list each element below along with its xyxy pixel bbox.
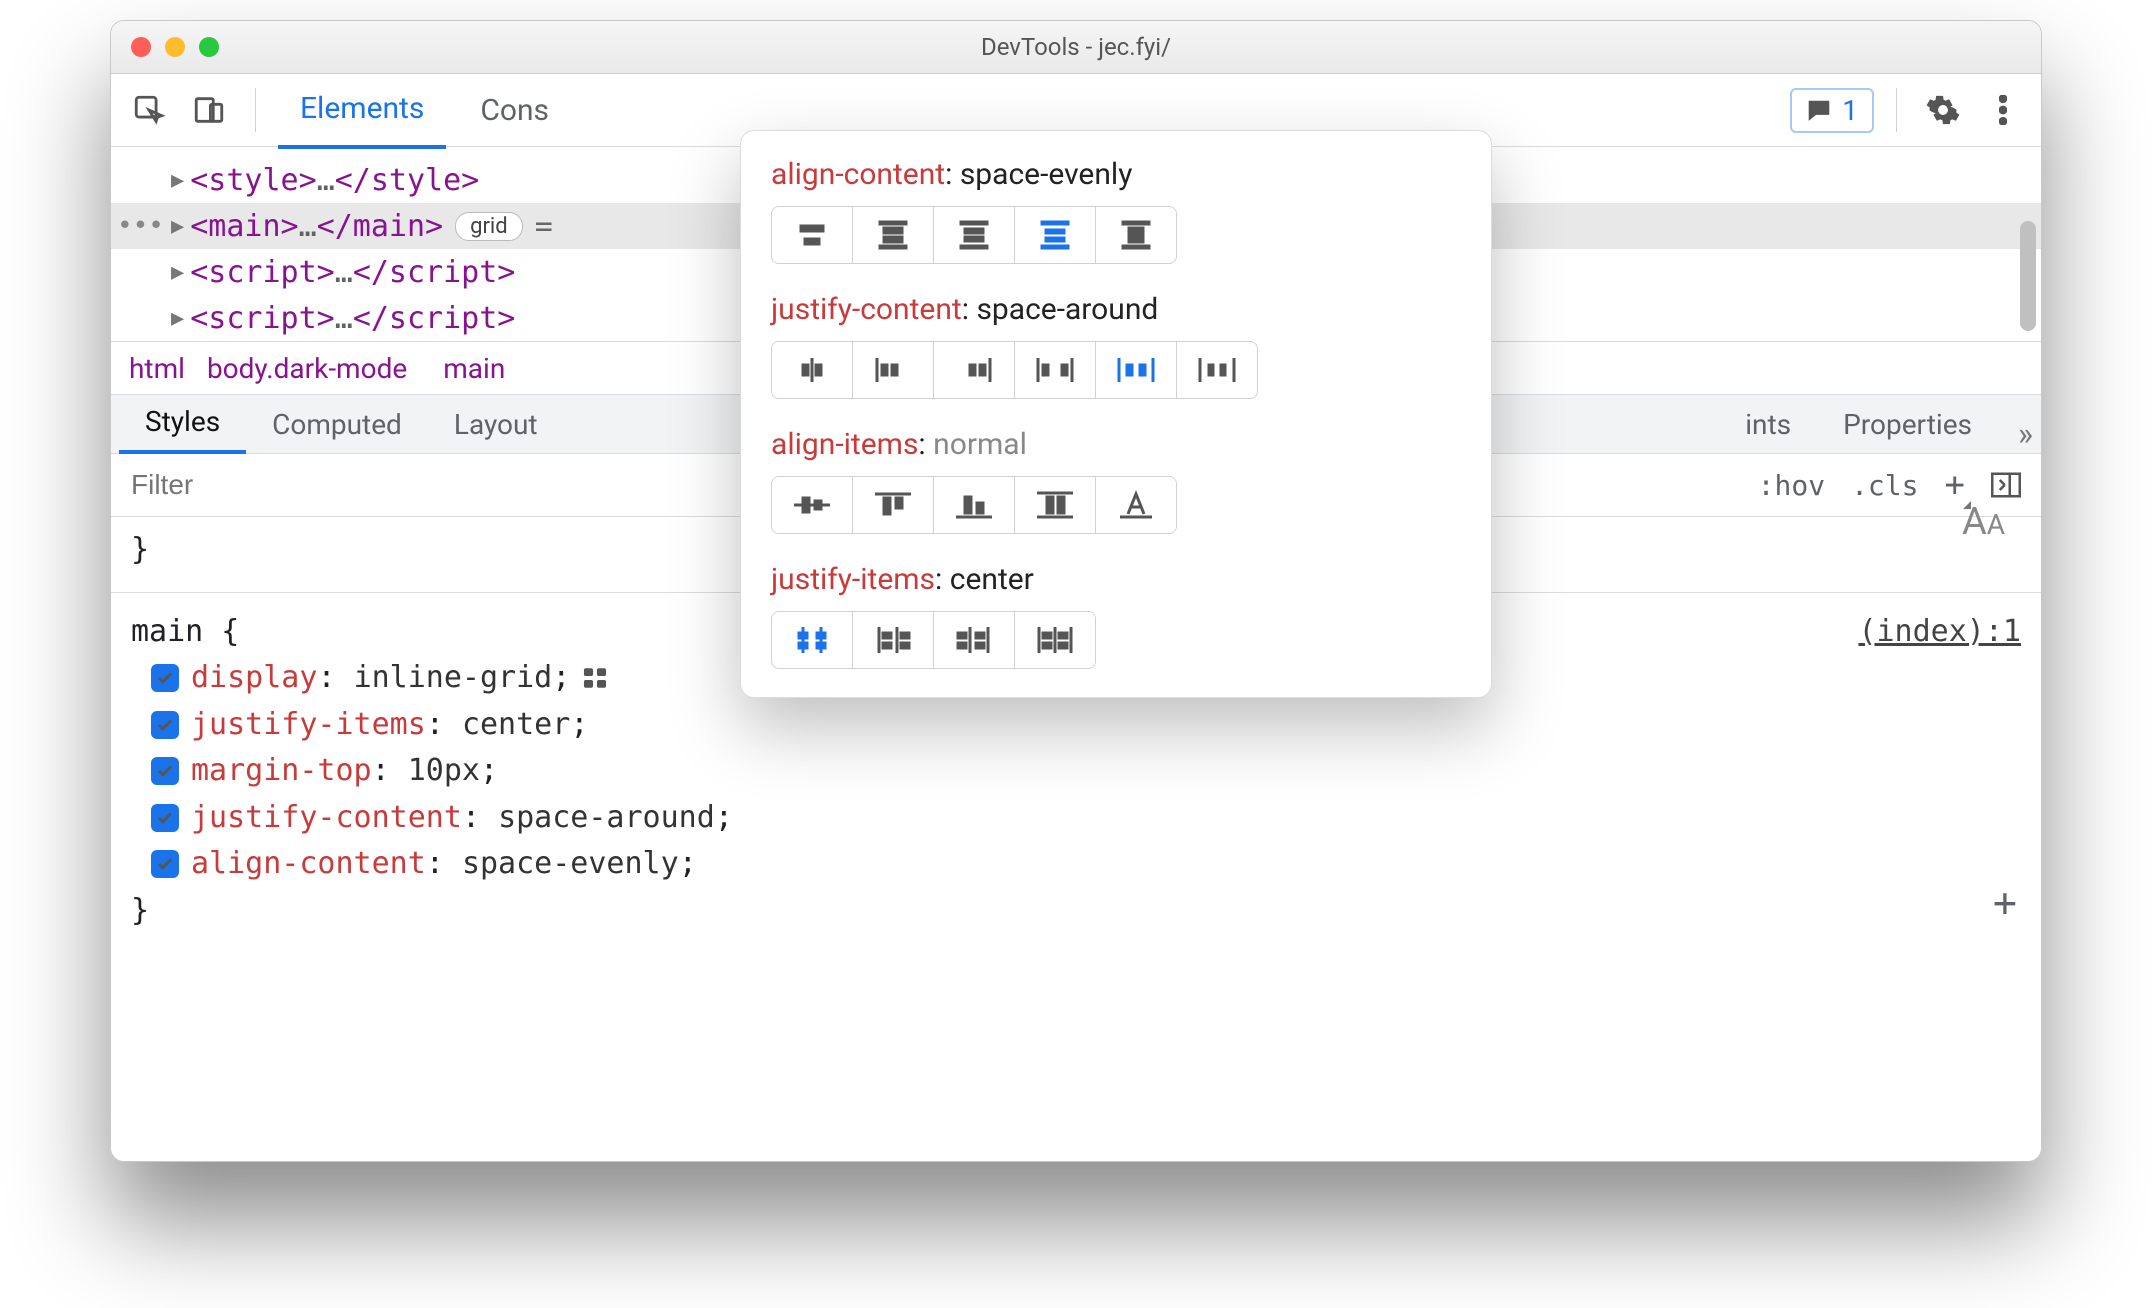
kebab-menu-icon[interactable] bbox=[1979, 86, 2027, 134]
expand-icon[interactable]: ▶ bbox=[171, 168, 184, 193]
align-items-center-icon[interactable] bbox=[772, 477, 853, 533]
section-align-items: align-items: normal bbox=[771, 427, 1461, 534]
feedback-count: 1 bbox=[1842, 94, 1858, 127]
justify-items-start-icon[interactable] bbox=[853, 612, 934, 668]
tab-elements[interactable]: Elements bbox=[278, 73, 446, 149]
subtab-breakpoints-cut[interactable]: ints bbox=[1745, 395, 1817, 453]
grid-editor-icon[interactable] bbox=[582, 665, 608, 691]
crumb-body[interactable]: body.dark-mode bbox=[207, 352, 407, 385]
toggle-sidebar-icon[interactable] bbox=[1991, 471, 2021, 499]
crumb-html[interactable]: html bbox=[129, 352, 185, 385]
overflow-icon[interactable]: ••• bbox=[117, 211, 164, 241]
justify-content-space-between-icon[interactable] bbox=[1015, 342, 1096, 398]
align-items-baseline-icon[interactable] bbox=[1096, 477, 1176, 533]
align-items-start-icon[interactable] bbox=[853, 477, 934, 533]
subtab-layout[interactable]: Layout bbox=[428, 395, 564, 453]
device-toggle-icon[interactable] bbox=[185, 86, 233, 134]
grid-badge[interactable]: grid bbox=[455, 212, 523, 241]
decl-justify-content[interactable]: justify-content: space-around; bbox=[131, 795, 2021, 842]
expand-icon[interactable]: ▶ bbox=[171, 306, 184, 331]
checkbox-icon[interactable] bbox=[151, 804, 179, 832]
subtab-computed[interactable]: Computed bbox=[246, 395, 428, 453]
grid-editor-popover: align-content: space-evenly justify-cont… bbox=[740, 130, 1492, 698]
subtab-properties[interactable]: Properties bbox=[1817, 395, 1998, 453]
new-style-rule-icon[interactable]: + bbox=[1945, 465, 1965, 505]
window-titlebar: DevTools - jec.fyi/ bbox=[111, 21, 2041, 74]
subtab-styles[interactable]: Styles bbox=[119, 392, 246, 454]
align-items-end-icon[interactable] bbox=[934, 477, 1015, 533]
separator bbox=[255, 88, 256, 132]
rule-source-link[interactable]: (index):1 bbox=[1858, 609, 2021, 656]
justify-content-start-icon[interactable] bbox=[853, 342, 934, 398]
scrollbar[interactable] bbox=[2020, 221, 2036, 331]
align-content-center-icon[interactable] bbox=[772, 207, 853, 263]
align-content-stretch-icon[interactable] bbox=[1096, 207, 1176, 263]
hov-toggle[interactable]: :hov bbox=[1758, 469, 1825, 502]
feedback-badge[interactable]: 1 bbox=[1790, 88, 1874, 133]
justify-content-space-around-icon[interactable] bbox=[1096, 342, 1177, 398]
justify-items-center-icon[interactable] bbox=[772, 612, 853, 668]
justify-items-stretch-icon[interactable] bbox=[1015, 612, 1095, 668]
crumb-main[interactable]: main bbox=[429, 350, 519, 387]
section-justify-content: justify-content: space-around bbox=[771, 292, 1461, 399]
gear-icon[interactable] bbox=[1919, 86, 1967, 134]
cls-toggle[interactable]: .cls bbox=[1851, 469, 1918, 502]
window-title: DevTools - jec.fyi/ bbox=[111, 33, 2041, 61]
align-content-space-between-icon[interactable] bbox=[853, 207, 934, 263]
separator bbox=[1896, 88, 1897, 132]
more-tabs-icon[interactable]: » bbox=[2018, 415, 2033, 453]
checkbox-icon[interactable] bbox=[151, 664, 179, 692]
align-items-stretch-icon[interactable] bbox=[1015, 477, 1096, 533]
decl-margin-top[interactable]: margin-top: 10px; bbox=[131, 748, 2021, 795]
expand-icon[interactable]: ▶ bbox=[171, 214, 184, 239]
add-rule-icon[interactable]: + bbox=[1993, 872, 2017, 934]
equals-hint: = bbox=[535, 209, 553, 244]
expand-icon[interactable]: ▶ bbox=[171, 260, 184, 285]
rule-close: } bbox=[131, 888, 2021, 935]
decl-align-content[interactable]: align-content: space-evenly; bbox=[131, 841, 2021, 888]
checkbox-icon[interactable] bbox=[151, 711, 179, 739]
checkbox-icon[interactable] bbox=[151, 757, 179, 785]
checkbox-icon[interactable] bbox=[151, 850, 179, 878]
justify-content-space-evenly-icon[interactable] bbox=[1177, 342, 1257, 398]
justify-content-center-icon[interactable] bbox=[772, 342, 853, 398]
align-content-space-around-icon[interactable] bbox=[934, 207, 1015, 263]
section-align-content: align-content: space-evenly bbox=[771, 157, 1461, 264]
tab-console[interactable]: Cons bbox=[458, 74, 571, 146]
inspect-icon[interactable] bbox=[125, 86, 173, 134]
decl-justify-items[interactable]: justify-items: center; bbox=[131, 702, 2021, 749]
align-content-space-evenly-icon[interactable] bbox=[1015, 207, 1096, 263]
section-justify-items: justify-items: center bbox=[771, 562, 1461, 669]
justify-content-end-icon[interactable] bbox=[934, 342, 1015, 398]
justify-items-end-icon[interactable] bbox=[934, 612, 1015, 668]
